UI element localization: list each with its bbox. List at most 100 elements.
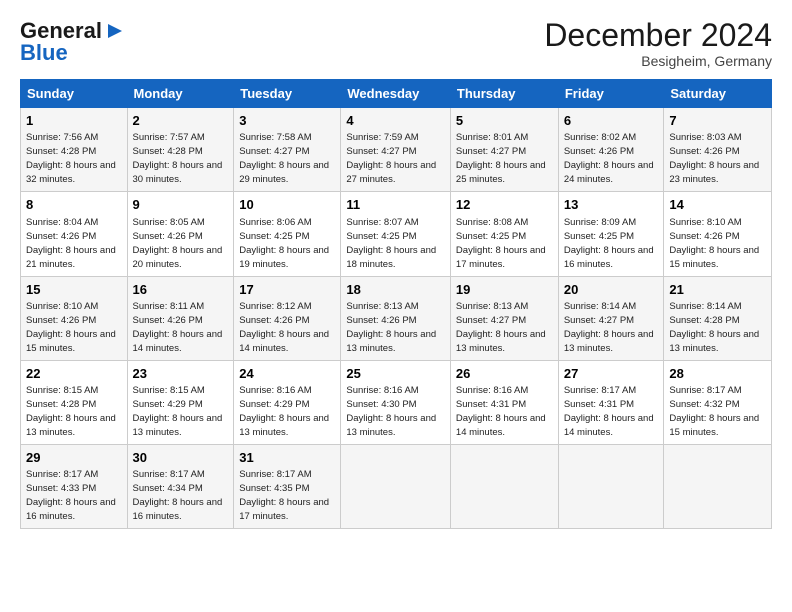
day-number: 15 <box>26 281 122 299</box>
table-row: 23 Sunrise: 8:15 AMSunset: 4:29 PMDaylig… <box>127 360 234 444</box>
table-row: 2 Sunrise: 7:57 AMSunset: 4:28 PMDayligh… <box>127 108 234 192</box>
table-row: 26 Sunrise: 8:16 AMSunset: 4:31 PMDaylig… <box>450 360 558 444</box>
day-number: 19 <box>456 281 553 299</box>
table-row: 4 Sunrise: 7:59 AMSunset: 4:27 PMDayligh… <box>341 108 451 192</box>
col-header-wednesday: Wednesday <box>341 80 451 108</box>
table-row: 8 Sunrise: 8:04 AMSunset: 4:26 PMDayligh… <box>21 192 128 276</box>
table-row: 21 Sunrise: 8:14 AMSunset: 4:28 PMDaylig… <box>664 276 772 360</box>
day-number: 13 <box>564 196 659 214</box>
day-number: 10 <box>239 196 335 214</box>
table-row: 12 Sunrise: 8:08 AMSunset: 4:25 PMDaylig… <box>450 192 558 276</box>
table-row: 10 Sunrise: 8:06 AMSunset: 4:25 PMDaylig… <box>234 192 341 276</box>
day-info: Sunrise: 8:13 AMSunset: 4:26 PMDaylight:… <box>346 301 436 354</box>
col-header-monday: Monday <box>127 80 234 108</box>
day-number: 5 <box>456 112 553 130</box>
day-info: Sunrise: 8:01 AMSunset: 4:27 PMDaylight:… <box>456 132 546 185</box>
day-info: Sunrise: 8:15 AMSunset: 4:28 PMDaylight:… <box>26 385 116 438</box>
day-number: 28 <box>669 365 766 383</box>
table-row: 27 Sunrise: 8:17 AMSunset: 4:31 PMDaylig… <box>558 360 664 444</box>
page: General Blue December 2024 Besigheim, Ge… <box>0 0 792 541</box>
day-number: 31 <box>239 449 335 467</box>
col-header-tuesday: Tuesday <box>234 80 341 108</box>
day-number: 26 <box>456 365 553 383</box>
table-row: 22 Sunrise: 8:15 AMSunset: 4:28 PMDaylig… <box>21 360 128 444</box>
day-number: 7 <box>669 112 766 130</box>
table-row: 11 Sunrise: 8:07 AMSunset: 4:25 PMDaylig… <box>341 192 451 276</box>
table-row: 16 Sunrise: 8:11 AMSunset: 4:26 PMDaylig… <box>127 276 234 360</box>
page-title: December 2024 <box>544 18 772 53</box>
day-info: Sunrise: 7:57 AMSunset: 4:28 PMDaylight:… <box>133 132 223 185</box>
table-row: 6 Sunrise: 8:02 AMSunset: 4:26 PMDayligh… <box>558 108 664 192</box>
table-row <box>664 444 772 528</box>
day-number: 18 <box>346 281 445 299</box>
day-info: Sunrise: 8:16 AMSunset: 4:30 PMDaylight:… <box>346 385 436 438</box>
calendar-table: SundayMondayTuesdayWednesdayThursdayFrid… <box>20 79 772 529</box>
table-row: 18 Sunrise: 8:13 AMSunset: 4:26 PMDaylig… <box>341 276 451 360</box>
day-info: Sunrise: 8:03 AMSunset: 4:26 PMDaylight:… <box>669 132 759 185</box>
day-number: 9 <box>133 196 229 214</box>
day-number: 16 <box>133 281 229 299</box>
logo-blue: Blue <box>20 40 68 66</box>
day-number: 25 <box>346 365 445 383</box>
day-info: Sunrise: 8:02 AMSunset: 4:26 PMDaylight:… <box>564 132 654 185</box>
day-number: 2 <box>133 112 229 130</box>
table-row: 7 Sunrise: 8:03 AMSunset: 4:26 PMDayligh… <box>664 108 772 192</box>
table-row <box>558 444 664 528</box>
logo-arrow-icon <box>104 20 126 42</box>
day-info: Sunrise: 7:56 AMSunset: 4:28 PMDaylight:… <box>26 132 116 185</box>
day-info: Sunrise: 8:16 AMSunset: 4:31 PMDaylight:… <box>456 385 546 438</box>
day-info: Sunrise: 8:17 AMSunset: 4:34 PMDaylight:… <box>133 469 223 522</box>
day-info: Sunrise: 8:10 AMSunset: 4:26 PMDaylight:… <box>26 301 116 354</box>
header: General Blue December 2024 Besigheim, Ge… <box>20 18 772 69</box>
col-header-sunday: Sunday <box>21 80 128 108</box>
page-subtitle: Besigheim, Germany <box>544 53 772 69</box>
day-number: 14 <box>669 196 766 214</box>
table-row: 5 Sunrise: 8:01 AMSunset: 4:27 PMDayligh… <box>450 108 558 192</box>
table-row <box>341 444 451 528</box>
col-header-friday: Friday <box>558 80 664 108</box>
day-number: 22 <box>26 365 122 383</box>
title-block: December 2024 Besigheim, Germany <box>544 18 772 69</box>
table-row: 25 Sunrise: 8:16 AMSunset: 4:30 PMDaylig… <box>341 360 451 444</box>
day-number: 3 <box>239 112 335 130</box>
day-info: Sunrise: 8:13 AMSunset: 4:27 PMDaylight:… <box>456 301 546 354</box>
day-info: Sunrise: 8:07 AMSunset: 4:25 PMDaylight:… <box>346 217 436 270</box>
day-info: Sunrise: 8:17 AMSunset: 4:35 PMDaylight:… <box>239 469 329 522</box>
day-info: Sunrise: 8:06 AMSunset: 4:25 PMDaylight:… <box>239 217 329 270</box>
logo: General Blue <box>20 18 126 66</box>
table-row: 17 Sunrise: 8:12 AMSunset: 4:26 PMDaylig… <box>234 276 341 360</box>
day-info: Sunrise: 8:12 AMSunset: 4:26 PMDaylight:… <box>239 301 329 354</box>
day-number: 21 <box>669 281 766 299</box>
table-row: 30 Sunrise: 8:17 AMSunset: 4:34 PMDaylig… <box>127 444 234 528</box>
day-info: Sunrise: 7:58 AMSunset: 4:27 PMDaylight:… <box>239 132 329 185</box>
table-row: 31 Sunrise: 8:17 AMSunset: 4:35 PMDaylig… <box>234 444 341 528</box>
table-row: 3 Sunrise: 7:58 AMSunset: 4:27 PMDayligh… <box>234 108 341 192</box>
day-info: Sunrise: 8:15 AMSunset: 4:29 PMDaylight:… <box>133 385 223 438</box>
table-row: 29 Sunrise: 8:17 AMSunset: 4:33 PMDaylig… <box>21 444 128 528</box>
day-number: 11 <box>346 196 445 214</box>
col-header-thursday: Thursday <box>450 80 558 108</box>
table-row: 13 Sunrise: 8:09 AMSunset: 4:25 PMDaylig… <box>558 192 664 276</box>
day-number: 23 <box>133 365 229 383</box>
day-number: 12 <box>456 196 553 214</box>
table-row: 20 Sunrise: 8:14 AMSunset: 4:27 PMDaylig… <box>558 276 664 360</box>
day-number: 20 <box>564 281 659 299</box>
day-number: 30 <box>133 449 229 467</box>
day-info: Sunrise: 8:09 AMSunset: 4:25 PMDaylight:… <box>564 217 654 270</box>
day-info: Sunrise: 8:10 AMSunset: 4:26 PMDaylight:… <box>669 217 759 270</box>
day-number: 6 <box>564 112 659 130</box>
col-header-saturday: Saturday <box>664 80 772 108</box>
table-row: 28 Sunrise: 8:17 AMSunset: 4:32 PMDaylig… <box>664 360 772 444</box>
table-row: 19 Sunrise: 8:13 AMSunset: 4:27 PMDaylig… <box>450 276 558 360</box>
table-row: 15 Sunrise: 8:10 AMSunset: 4:26 PMDaylig… <box>21 276 128 360</box>
day-number: 17 <box>239 281 335 299</box>
day-info: Sunrise: 8:17 AMSunset: 4:31 PMDaylight:… <box>564 385 654 438</box>
day-info: Sunrise: 8:08 AMSunset: 4:25 PMDaylight:… <box>456 217 546 270</box>
day-info: Sunrise: 8:16 AMSunset: 4:29 PMDaylight:… <box>239 385 329 438</box>
table-row: 24 Sunrise: 8:16 AMSunset: 4:29 PMDaylig… <box>234 360 341 444</box>
day-number: 29 <box>26 449 122 467</box>
day-info: Sunrise: 8:14 AMSunset: 4:27 PMDaylight:… <box>564 301 654 354</box>
day-info: Sunrise: 8:05 AMSunset: 4:26 PMDaylight:… <box>133 217 223 270</box>
day-info: Sunrise: 7:59 AMSunset: 4:27 PMDaylight:… <box>346 132 436 185</box>
day-number: 27 <box>564 365 659 383</box>
